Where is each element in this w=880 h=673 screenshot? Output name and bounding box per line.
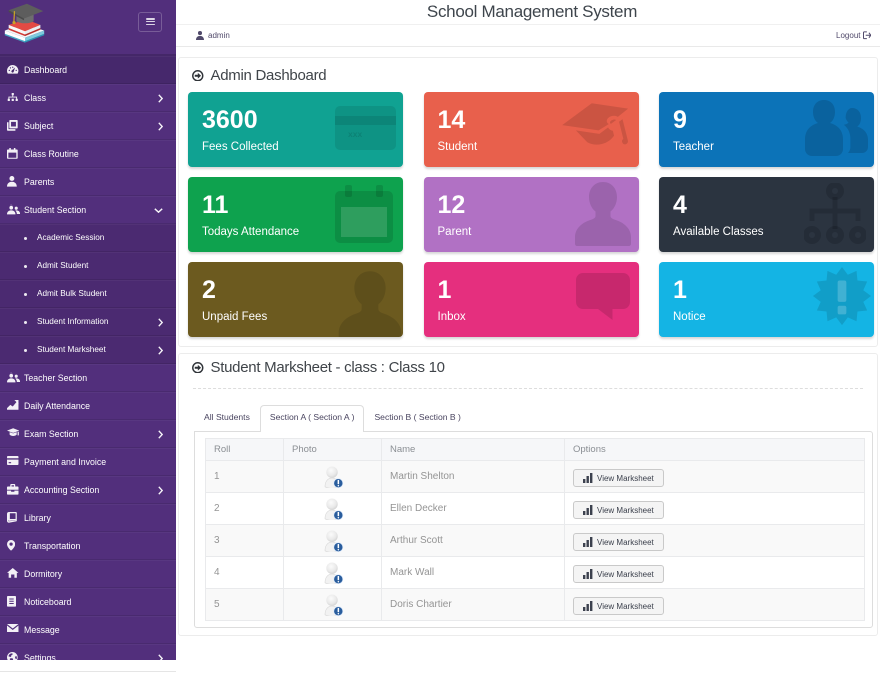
svg-text:xxx: xxx [348,129,362,139]
